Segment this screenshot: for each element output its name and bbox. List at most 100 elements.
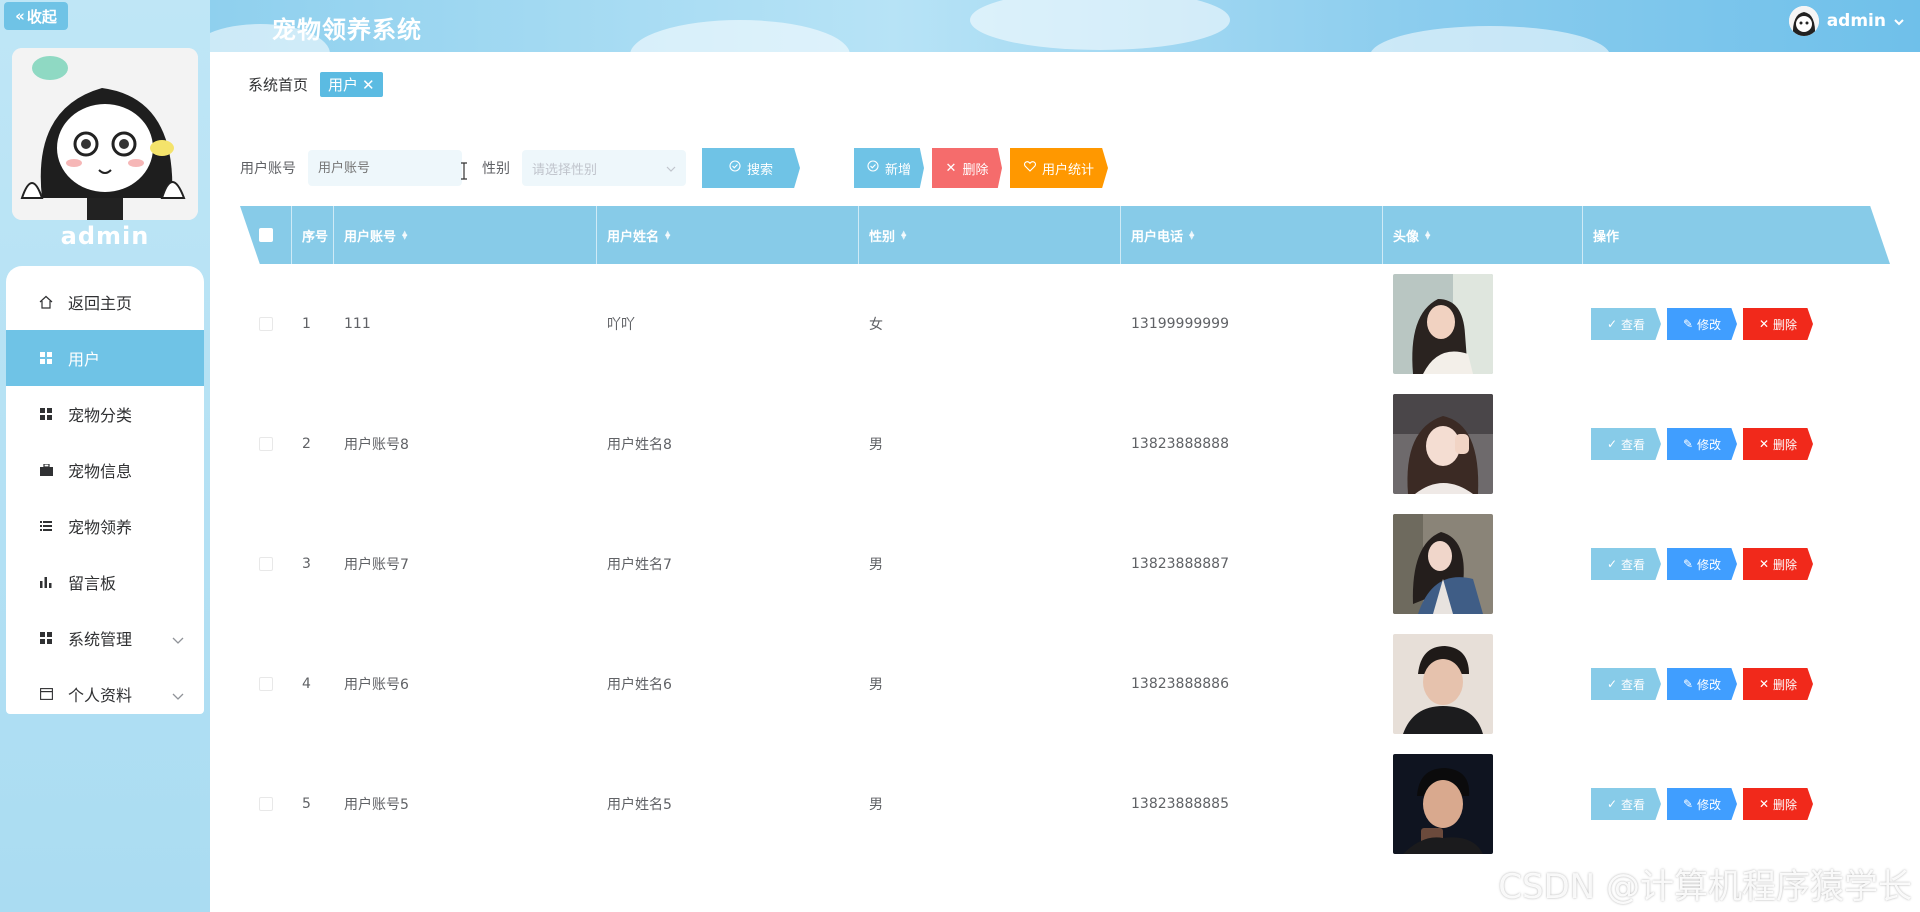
- row-checkbox[interactable]: [259, 557, 273, 571]
- row-select-cell: [240, 744, 292, 864]
- breadcrumb-current-tag[interactable]: 用户 ✕: [320, 72, 383, 97]
- delete-button[interactable]: ✕ 删除: [1743, 668, 1813, 700]
- delete-label: 删除: [1773, 317, 1798, 332]
- row-checkbox[interactable]: [259, 317, 273, 331]
- view-button[interactable]: ✓ 查看: [1591, 668, 1661, 700]
- sort-icon[interactable]: ▲ ▼: [402, 230, 407, 241]
- view-button[interactable]: ✓ 查看: [1591, 788, 1661, 820]
- view-label: 查看: [1621, 317, 1646, 332]
- header-gender[interactable]: 性别 ▲ ▼: [859, 206, 1121, 264]
- check-icon: ✓: [1606, 317, 1618, 331]
- grid-icon: [38, 630, 54, 646]
- account-search-input[interactable]: [308, 150, 462, 186]
- edit-label: 修改: [1697, 797, 1722, 812]
- cell-name: 吖吖: [607, 317, 635, 333]
- sort-icon[interactable]: ▲ ▼: [1189, 230, 1194, 241]
- add-button-label: 新增: [884, 162, 911, 178]
- collapse-button[interactable]: « 收起: [4, 2, 68, 30]
- row-checkbox[interactable]: [259, 677, 273, 691]
- sidebar-item-label: 宠物信息: [68, 462, 133, 481]
- view-button[interactable]: ✓ 查看: [1591, 548, 1661, 580]
- batch-delete-label: 删除: [962, 162, 989, 178]
- cell-phone: 13823888888: [1131, 436, 1229, 452]
- edit-label: 修改: [1697, 437, 1722, 452]
- table-row: 3 用户账号7 用户姓名7 男 13823888887 ✓ 查看 ✎ 修改 ✕ 删除: [240, 504, 1890, 624]
- gender-select-placeholder: 请选择性别: [532, 162, 598, 178]
- cell-phone: 13199999999: [1131, 316, 1229, 332]
- gender-select[interactable]: 请选择性别: [522, 150, 686, 186]
- edit-button[interactable]: ✎ 修改: [1667, 548, 1737, 580]
- check-circle-icon: [867, 160, 879, 176]
- delete-button[interactable]: ✕ 删除: [1743, 548, 1813, 580]
- user-photo[interactable]: [1393, 634, 1493, 734]
- user-photo[interactable]: [1393, 274, 1493, 374]
- sidebar-item-message-board[interactable]: 留言板: [6, 554, 204, 610]
- sidebar-item-pet-info[interactable]: 宠物信息: [6, 442, 204, 498]
- breadcrumb-home[interactable]: 系统首页: [248, 74, 308, 95]
- header-avatar[interactable]: 头像 ▲ ▼: [1383, 206, 1583, 264]
- sidebar-item-pet-adoption[interactable]: 宠物领养: [6, 498, 204, 554]
- header-account[interactable]: 用户账号 ▲ ▼: [334, 206, 597, 264]
- chevron-down-icon: [666, 161, 676, 176]
- user-menu[interactable]: admin: [1788, 6, 1904, 36]
- edit-icon: ✎: [1682, 557, 1694, 571]
- header-name[interactable]: 用户姓名 ▲ ▼: [597, 206, 859, 264]
- home-icon: [38, 294, 54, 310]
- search-button[interactable]: 搜索: [702, 148, 800, 188]
- double-chevron-left-icon: «: [15, 7, 25, 25]
- sidebar-item-pet-category[interactable]: 宠物分类: [6, 386, 204, 442]
- add-button[interactable]: 新增: [854, 148, 924, 188]
- delete-button[interactable]: ✕ 删除: [1743, 428, 1813, 460]
- row-checkbox[interactable]: [259, 797, 273, 811]
- edit-button[interactable]: ✎ 修改: [1667, 308, 1737, 340]
- sidebar-item-system[interactable]: 系统管理: [6, 610, 204, 666]
- bar-chart-icon: [38, 574, 54, 590]
- delete-button[interactable]: ✕ 删除: [1743, 308, 1813, 340]
- chevron-down-icon: [1894, 11, 1904, 31]
- sidebar-item-label: 留言板: [68, 574, 117, 593]
- sidebar-item-home[interactable]: 返回主页: [6, 274, 204, 330]
- sort-icon[interactable]: ▲ ▼: [901, 230, 906, 241]
- list-icon: [38, 518, 54, 534]
- sort-icon[interactable]: ▲ ▼: [665, 230, 670, 241]
- cell-account: 用户账号6: [344, 677, 409, 693]
- edit-button[interactable]: ✎ 修改: [1667, 668, 1737, 700]
- edit-icon: ✎: [1682, 677, 1694, 691]
- close-icon: ✕: [1758, 677, 1770, 691]
- cell-index: 5: [302, 796, 311, 812]
- header-phone[interactable]: 用户电话 ▲ ▼: [1121, 206, 1383, 264]
- sort-icon[interactable]: ▲ ▼: [1425, 230, 1430, 241]
- sidebar-item-label: 宠物领养: [68, 518, 133, 537]
- edit-icon: ✎: [1682, 437, 1694, 451]
- sidebar-item-profile[interactable]: 个人资料: [6, 666, 204, 722]
- view-button[interactable]: ✓ 查看: [1591, 308, 1661, 340]
- watermark: CSDN @计算机程序猿学长: [1498, 867, 1912, 907]
- user-avatar: [1788, 6, 1819, 36]
- row-select-cell: [240, 384, 292, 504]
- cell-actions: ✓ 查看 ✎ 修改 ✕ 删除: [1583, 624, 1890, 744]
- edit-label: 修改: [1697, 677, 1722, 692]
- cell-actions: ✓ 查看 ✎ 修改 ✕ 删除: [1583, 384, 1890, 504]
- user-photo[interactable]: [1393, 394, 1493, 494]
- edit-icon: ✎: [1682, 317, 1694, 331]
- user-photo[interactable]: [1393, 514, 1493, 614]
- view-button[interactable]: ✓ 查看: [1591, 428, 1661, 460]
- user-photo[interactable]: [1393, 754, 1493, 854]
- user-stats-button[interactable]: 用户统计: [1010, 148, 1108, 188]
- row-checkbox[interactable]: [259, 437, 273, 451]
- check-circle-icon: [729, 160, 741, 176]
- cell-gender: 男: [869, 437, 883, 453]
- select-all-checkbox[interactable]: [258, 228, 273, 242]
- edit-button[interactable]: ✎ 修改: [1667, 428, 1737, 460]
- view-label: 查看: [1621, 677, 1646, 692]
- user-name: admin: [1826, 11, 1886, 31]
- close-icon[interactable]: ✕: [362, 76, 375, 94]
- header-actions: 操作: [1593, 229, 1620, 245]
- edit-button[interactable]: ✎ 修改: [1667, 788, 1737, 820]
- cell-index: 3: [302, 556, 311, 572]
- batch-delete-button[interactable]: ✕ 删除: [932, 148, 1002, 188]
- sidebar-item-label: 用户: [68, 350, 101, 369]
- delete-label: 删除: [1773, 677, 1798, 692]
- sidebar-item-users[interactable]: 用户: [6, 330, 204, 386]
- delete-button[interactable]: ✕ 删除: [1743, 788, 1813, 820]
